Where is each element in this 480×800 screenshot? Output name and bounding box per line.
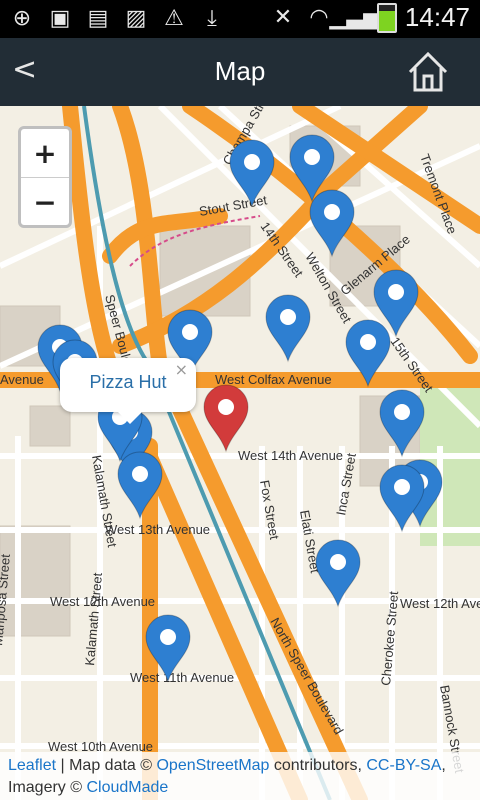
- popup-close-button[interactable]: ×: [175, 360, 188, 379]
- street-label: Stout Street: [198, 192, 269, 219]
- map-canvas[interactable]: Champa StreetStout Street14th StreetWelt…: [0, 106, 480, 800]
- openstreetmap-link[interactable]: OpenStreetMap: [156, 757, 269, 774]
- street-label: West 12th Avenue: [400, 596, 480, 611]
- map-building: [29, 405, 71, 447]
- sim-upload-icon: ▣: [49, 5, 71, 31]
- street-label: Avenue: [0, 372, 44, 387]
- marker-popup: Pizza Hut ×: [60, 358, 196, 424]
- add-icon: ⊕: [12, 5, 32, 31]
- zoom-control: + −: [18, 126, 72, 228]
- warning-icon: ⚠: [164, 5, 184, 31]
- map-marker-blue[interactable]: [315, 539, 361, 608]
- popup-tip: [116, 410, 144, 424]
- image-icon: ▨: [125, 5, 147, 31]
- license-link[interactable]: CC-BY-SA: [366, 757, 441, 774]
- map-marker-blue[interactable]: [265, 294, 311, 363]
- street-label: West 14th Avenue: [238, 448, 343, 463]
- street-label: West 13th Avenue: [105, 522, 210, 537]
- sd-card-icon: ▤: [87, 5, 109, 31]
- attribution-text-2: contributors,: [269, 757, 367, 774]
- map-attribution: Leaflet | Map data © OpenStreetMap contr…: [0, 752, 480, 800]
- zoom-in-button[interactable]: +: [21, 129, 69, 178]
- mute-icon: ✕: [273, 5, 293, 30]
- leaflet-link[interactable]: Leaflet: [8, 757, 56, 774]
- map-marker-blue[interactable]: [379, 464, 425, 533]
- title-bar: < Map: [0, 38, 480, 106]
- attribution-text-1: | Map data ©: [56, 757, 157, 774]
- map-marker-selected[interactable]: [203, 384, 249, 453]
- map-marker-blue[interactable]: [229, 139, 275, 208]
- street-label: West Colfax Avenue: [215, 372, 332, 387]
- battery-icon: [376, 2, 397, 33]
- signal-icon: ▁▃▅: [329, 5, 381, 30]
- zoom-out-button[interactable]: −: [21, 178, 69, 226]
- clock: 14:47: [404, 2, 470, 32]
- cloudmade-link[interactable]: CloudMade: [86, 779, 168, 796]
- download-icon: ⤓: [207, 5, 217, 31]
- home-icon[interactable]: [406, 50, 450, 94]
- map-view[interactable]: Champa Street Stout Street 14th Street Welt…: [0, 106, 480, 800]
- street-label: West 11th Avenue: [130, 670, 234, 685]
- street-label: Cherokee Street: [378, 590, 401, 686]
- status-bar: ⊕ ▣ ▤ ▨ ⚠ ⤓ ✕ ◠ ▁▃▅ 14:47: [0, 0, 480, 38]
